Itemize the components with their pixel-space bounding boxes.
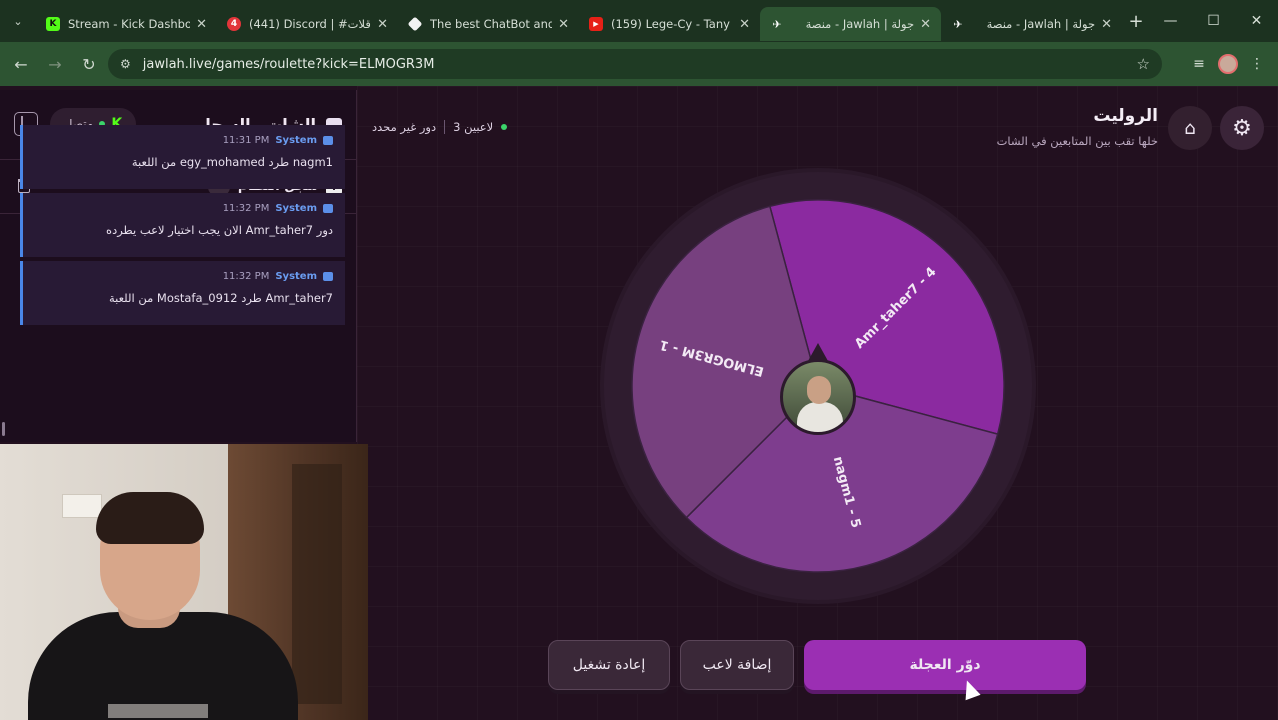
tab-title: Stream - Kick Dashbo (68, 17, 191, 31)
online-dot (501, 124, 508, 130)
webcam-shirt-print (108, 704, 208, 718)
browser-menu-icon[interactable]: ⋮ (1242, 47, 1272, 81)
log-message: 11:31 PM System nagm1 طرد egy_mohamed من… (20, 125, 345, 189)
kick-icon: K (46, 17, 60, 31)
avatar-shirt (797, 402, 843, 432)
players-count: 3 لاعبين (453, 120, 494, 134)
turn-label: دور غير محدد (372, 120, 437, 134)
add-player-button[interactable]: إضافة لاعب (680, 640, 794, 690)
message-sender: System (275, 271, 317, 282)
message-time: 11:32 PM (222, 203, 270, 214)
bookmark-star-icon[interactable]: ☆ (1137, 55, 1150, 73)
browser-tab-kick[interactable]: K Stream - Kick Dashbo ✕ (36, 7, 217, 41)
url-text: jawlah.live/games/roulette?kick=ELMOGR3M (142, 56, 435, 72)
reload-icon[interactable]: ↻ (72, 47, 106, 81)
log-message: 11:32 PM System دور Amr_taher7 الان يجب … (20, 193, 345, 257)
maximize-icon[interactable]: ☐ (1192, 0, 1235, 42)
address-bar[interactable]: ⚙ jawlah.live/games/roulette?kick=ELMOGR… (108, 49, 1162, 79)
site-info-icon[interactable]: ⚙ (120, 57, 131, 71)
tab-title: جولة | Jawlah - منصة (805, 17, 915, 31)
webcam-person-hair (96, 492, 204, 544)
reset-button[interactable]: إعادة تشغيل (548, 640, 670, 690)
game-subtitle: خلها تقب بين المتابعين في الشات (996, 134, 1158, 148)
browser-tab-discord[interactable]: 4 (441) Discord | #قلات ✕ (217, 7, 398, 41)
browser-tabbar: ⌄ K Stream - Kick Dashbo ✕ 4 (441) Disco… (0, 0, 1278, 42)
settings-gear-icon[interactable]: ⚙ (1220, 106, 1264, 150)
home-icon[interactable]: ⌂ (1168, 106, 1212, 150)
close-tab-icon[interactable]: ✕ (1101, 17, 1112, 32)
jawlah-icon: ✈ (953, 17, 963, 31)
message-text: دور Amr_taher7 الان يجب اختيار لاعب يطرد… (106, 223, 333, 237)
message-time: 11:32 PM (222, 271, 270, 282)
message-time: 11:31 PM (222, 135, 270, 146)
close-window-icon[interactable]: ✕ (1235, 0, 1278, 42)
tab-search-button[interactable]: ⌄ (0, 0, 36, 42)
close-tab-icon[interactable]: ✕ (739, 17, 750, 32)
tab-title: جولة | Jawlah - منصة (986, 17, 1096, 31)
message-text: nagm1 طرد egy_mohamed من اللعبة (131, 155, 333, 169)
game-title: الروليت (1093, 106, 1158, 126)
discord-icon: 4 (227, 17, 241, 31)
browser-tab-jawlah-active[interactable]: ✈ جولة | Jawlah - منصة ✕ (760, 7, 941, 41)
wheel-center-avatar (780, 359, 856, 435)
webcam-door-panel (292, 464, 342, 704)
close-tab-icon[interactable]: ✕ (558, 17, 569, 32)
system-icon (323, 272, 333, 281)
forward-icon[interactable]: → (38, 47, 72, 81)
meta-divider (444, 120, 446, 134)
roulette-wheel[interactable]: Amr_taher7 - 4 nagm1 - 5 ELMOGR3M - 1 (600, 168, 1036, 604)
tab-title: (159) Lege-Cy - Tany (611, 17, 730, 31)
profile-avatar[interactable] (1218, 54, 1238, 74)
spin-wheel-button[interactable]: دوّر العجلة (804, 640, 1086, 690)
new-tab-button[interactable]: + (1122, 11, 1150, 32)
browser-tab-chatbot[interactable]: The best ChatBot and ✕ (398, 7, 579, 41)
webcam-light-switch (62, 494, 102, 518)
tab-title: (441) Discord | #قلات (249, 17, 371, 31)
log-scrollbar[interactable] (2, 422, 5, 436)
browser-toolbar-right: ≡ ⋮ (1184, 47, 1272, 81)
browser-tab-youtube[interactable]: ▶ (159) Lege-Cy - Tany ✕ (579, 7, 760, 41)
youtube-icon: ▶ (589, 17, 603, 31)
browser-navbar: ← → ↻ ⚙ jawlah.live/games/roulette?kick=… (0, 42, 1278, 86)
close-tab-icon[interactable]: ✕ (196, 17, 207, 32)
log-message: 11:32 PM System Amr_taher7 طرد Mostafa_0… (20, 261, 345, 325)
game-meta: دور غير محدد 3 لاعبين (372, 120, 508, 134)
webcam-overlay (0, 444, 368, 720)
back-icon[interactable]: ← (4, 47, 38, 81)
close-tab-icon[interactable]: ✕ (920, 17, 931, 32)
jawlah-icon: ✈ (772, 17, 782, 31)
chatbot-icon (407, 16, 423, 32)
system-icon (323, 136, 333, 145)
message-text: Amr_taher7 طرد Mostafa_0912 من اللعبة (109, 291, 333, 305)
minimize-icon[interactable]: — (1149, 0, 1192, 42)
system-icon (323, 204, 333, 213)
log-message-list: 11:31 PM System nagm1 طرد egy_mohamed من… (20, 125, 345, 329)
close-tab-icon[interactable]: ✕ (377, 17, 388, 32)
window-controls: — ☐ ✕ (1149, 0, 1278, 42)
avatar-face (807, 376, 831, 404)
media-control-icon[interactable]: ≡ (1184, 47, 1214, 81)
message-sender: System (275, 135, 317, 146)
message-sender: System (275, 203, 317, 214)
tab-title: The best ChatBot and (430, 17, 553, 31)
browser-tab-jawlah[interactable]: ✈ جولة | Jawlah - منصة ✕ (941, 7, 1122, 41)
